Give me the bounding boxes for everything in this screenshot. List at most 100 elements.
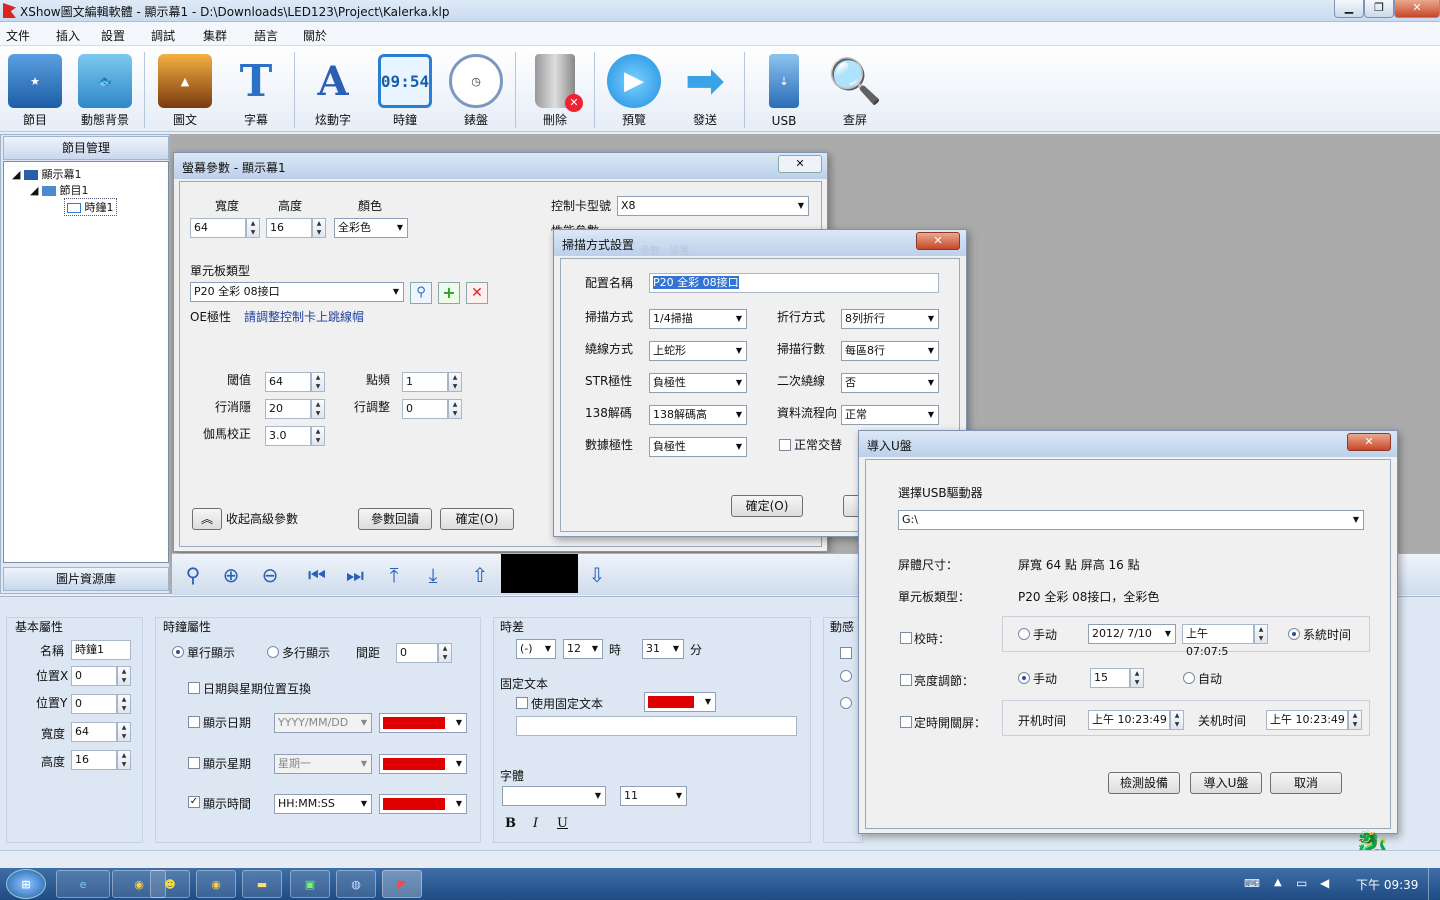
gamma-spinner[interactable]: ▲ ▼ [311,426,325,446]
date-color-select[interactable] [379,713,467,733]
import-usb-button[interactable]: 導入U盤 [1190,772,1262,794]
threshold-input[interactable]: 64 [265,372,311,392]
date-picker[interactable]: 2012/ 7/10 [1088,624,1176,644]
time-sync-checkbox[interactable] [900,632,912,644]
height-spinner[interactable]: ▲ ▼ [117,750,131,770]
keyboard-icon[interactable]: ⌨ [1244,877,1260,890]
gamma-input[interactable]: 3.0 [265,426,311,446]
show-week-checkbox[interactable] [188,757,200,769]
power-on-spinner[interactable]: ▲ ▼ [1170,710,1184,730]
gap-spinner[interactable]: ▲ ▼ [438,643,452,663]
menu-about[interactable]: 關於 [303,27,327,44]
readback-button[interactable]: 參數回讀 [358,508,432,530]
chrome2-taskbar-icon[interactable]: ◉ [196,870,236,898]
pos-x-spinner[interactable]: ▲ ▼ [117,666,131,686]
tray-expand-icon[interactable]: ▲ [1274,877,1282,888]
week-format-select[interactable]: 星期一 [274,754,372,774]
program-mgmt-header[interactable]: 節目管理 [3,136,169,160]
first-icon[interactable]: ⏮ [300,560,334,592]
add-icon[interactable]: + [438,282,460,304]
time-format-select[interactable]: HH:MM:SS [274,794,372,814]
dot-freq-input[interactable]: 1 [402,372,448,392]
date-format-select[interactable]: YYYY/MM/DD [274,713,372,733]
fold-mode-select[interactable]: 8列折行 [841,309,939,329]
tree-node-program[interactable]: ◢ 節目1 [30,182,88,198]
auto-brightness-radio[interactable] [1183,672,1195,684]
remove-icon[interactable]: ✕ [466,282,488,304]
menu-language[interactable]: 語言 [254,27,278,44]
underline-button[interactable]: U [557,816,568,831]
week-color-select[interactable] [379,754,467,774]
fixed-color-select[interactable] [644,692,716,712]
scan-ok-button[interactable]: 確定(O) [731,495,803,517]
height-input[interactable]: 16 [71,750,117,770]
ie-taskbar-icon[interactable]: e [56,870,110,898]
width-input[interactable]: 64 [71,722,117,742]
start-button[interactable]: ⊞ [6,869,46,899]
bottom-icon[interactable]: ⤓ [416,560,450,592]
zoom-in-icon[interactable]: ⊕ [214,560,248,592]
secondary-routing-select[interactable]: 否 [841,373,939,393]
row-blank-spinner[interactable]: ▲ ▼ [311,399,325,419]
digital-clock-button[interactable]: 09:54 時鐘 [370,48,440,130]
name-input[interactable]: 時鐘1 [71,640,131,660]
anim-radio-2[interactable] [840,697,852,709]
pos-y-spinner[interactable]: ▲ ▼ [117,694,131,714]
font-size-select[interactable]: 11 [620,786,687,806]
height-spinner[interactable]: ▲ ▼ [312,218,326,238]
data-polarity-select[interactable]: 負極性 [649,437,747,457]
system-time-radio[interactable] [1288,628,1300,640]
menu-cluster[interactable]: 集群 [203,27,227,44]
width-spinner[interactable]: ▲ ▼ [117,722,131,742]
data-flow-select[interactable]: 正常 [841,405,939,425]
italic-button[interactable]: I [533,816,538,831]
card-model-select[interactable]: X8 [617,196,809,216]
multi-line-radio[interactable] [267,646,279,658]
preview-button[interactable]: ▶ 預覽 [599,48,669,130]
close-icon[interactable]: ✕ [1347,433,1391,451]
image-text-button[interactable]: ▲ 圖文 [150,48,220,130]
qq-taskbar-icon[interactable]: ☻ [150,870,190,898]
last-icon[interactable]: ⏭ [338,560,372,592]
tz-sign-select[interactable]: (-) [516,639,556,659]
usb-button[interactable]: ⇣ USB [749,48,819,130]
top-icon[interactable]: ⤒ [377,560,411,592]
bold-button[interactable]: B [505,816,516,831]
subtitle-button[interactable]: T 字幕 [221,48,291,130]
fixed-text-input[interactable] [516,716,797,736]
menu-settings[interactable]: 設置 [101,27,125,44]
analog-clock-button[interactable]: ◷ 錶盤 [441,48,511,130]
anim-checkbox[interactable] [840,647,852,659]
delete-button[interactable]: ✕ 刪除 [520,48,590,130]
screen-ok-button[interactable]: 確定(O) [440,508,514,530]
scan-rows-select[interactable]: 每區8行 [841,341,939,361]
close-icon[interactable]: ✕ [778,155,822,173]
row-adjust-spinner[interactable]: ▲ ▼ [448,399,462,419]
collapse-icon[interactable]: ︽ [192,508,222,530]
tz-hour-select[interactable]: 12 [563,639,603,659]
menu-file[interactable]: 文件 [6,27,30,44]
brightness-spinner[interactable]: ▲ ▼ [1130,668,1144,688]
dynamic-bg-button[interactable]: 🐟 動態背景 [70,48,140,130]
taskbar-clock[interactable]: 下午 09:39 [1356,876,1418,893]
row-adjust-input[interactable]: 0 [402,399,448,419]
color-select[interactable]: 全彩色 [334,218,408,238]
maximize-button[interactable]: ❐ [1364,0,1394,18]
move-up-icon[interactable]: ⇧ [463,560,497,592]
close-icon[interactable]: ✕ [916,232,960,250]
gap-input[interactable]: 0 [396,643,438,663]
row-blank-input[interactable]: 20 [265,399,311,419]
menu-insert[interactable]: 插入 [56,27,80,44]
swap-checkbox[interactable] [188,682,200,694]
animated-text-button[interactable]: A 炫動字 [298,48,368,130]
width-spinner[interactable]: ▲ ▼ [246,218,260,238]
config-name-input[interactable]: P20 全彩 08接口 [649,273,939,293]
volume-icon[interactable]: ◀ [1320,876,1329,890]
drive-select[interactable]: G:\ [898,510,1364,530]
line-taskbar-icon[interactable]: ▣ [290,870,330,898]
timer-checkbox[interactable] [900,716,912,728]
decoder-select[interactable]: 138解碼高 [649,405,747,425]
tree-node-clock[interactable]: 時鐘1 [64,198,117,216]
cancel-button[interactable]: 取消 [1270,772,1342,794]
zoom-fit-icon[interactable]: ⚲ [176,560,210,592]
